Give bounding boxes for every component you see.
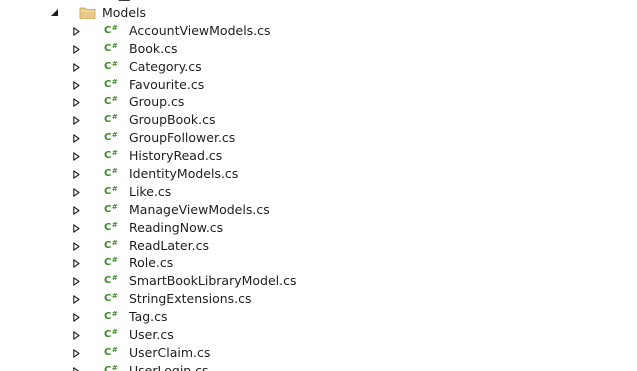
- file-label: Tag.cs: [129, 309, 168, 325]
- csharp-file-icon: C#: [104, 238, 118, 251]
- csharp-file-icon: C#: [104, 328, 118, 341]
- file-label: AccountViewModels.cs: [129, 22, 271, 38]
- tree-node-file-manageviewmodels-cs[interactable]: C# ManageViewModels.cs: [0, 201, 637, 219]
- csharp-file-icon: C#: [104, 113, 118, 126]
- file-label: HistoryRead.cs: [129, 148, 223, 164]
- csharp-file-icon: C#: [104, 202, 118, 215]
- expand-triangle-icon[interactable]: [73, 272, 81, 290]
- expand-triangle-icon[interactable]: [73, 237, 81, 255]
- expand-triangle-icon[interactable]: [73, 40, 81, 58]
- file-label: Favourite.cs: [129, 76, 205, 92]
- tree-node-file-smartbooklibrarymodel-cs[interactable]: C# SmartBookLibraryModel.cs: [0, 272, 637, 290]
- file-label: ReadLater.cs: [129, 237, 209, 253]
- expand-triangle-icon[interactable]: [73, 58, 81, 76]
- file-label: UserLogin.cs: [129, 362, 209, 371]
- csharp-file-icon: C#: [104, 77, 118, 90]
- expand-triangle-icon[interactable]: [73, 308, 81, 326]
- expand-triangle-icon[interactable]: [73, 362, 81, 371]
- tree-node-file-user-cs[interactable]: C# User.cs: [0, 326, 637, 344]
- file-label: Group.cs: [129, 94, 185, 110]
- file-label: IdentityModels.cs: [129, 166, 239, 182]
- file-label: Like.cs: [129, 183, 172, 199]
- file-list: C# AccountViewModels.cs C# Book.cs C# Ca…: [0, 22, 637, 371]
- csharp-file-icon: C#: [104, 95, 118, 108]
- expand-triangle-icon[interactable]: [73, 344, 81, 362]
- tree-node-file-identitymodels-cs[interactable]: C# IdentityModels.cs: [0, 165, 637, 183]
- tree-node-file-readlater-cs[interactable]: C# ReadLater.cs: [0, 237, 637, 255]
- expand-triangle-icon[interactable]: [73, 254, 81, 272]
- csharp-file-icon: C#: [104, 184, 118, 197]
- expand-triangle-icon[interactable]: [73, 326, 81, 344]
- solution-explorer-tree: Models C# AccountViewModels.cs C# Book.c…: [0, 4, 637, 371]
- tree-node-file-group-cs[interactable]: C# Group.cs: [0, 93, 637, 111]
- csharp-file-icon: C#: [104, 345, 118, 358]
- tree-node-file-accountviewmodels-cs[interactable]: C# AccountViewModels.cs: [0, 22, 637, 40]
- expand-triangle-icon[interactable]: [73, 165, 81, 183]
- tree-node-file-groupfollower-cs[interactable]: C# GroupFollower.cs: [0, 129, 637, 147]
- file-label: Book.cs: [129, 40, 178, 56]
- expand-triangle-icon[interactable]: [73, 183, 81, 201]
- expand-triangle-icon[interactable]: [73, 93, 81, 111]
- file-label: StringExtensions.cs: [129, 291, 252, 307]
- csharp-file-icon: C#: [104, 310, 118, 323]
- file-label: Role.cs: [129, 255, 174, 271]
- expand-triangle-icon[interactable]: [73, 76, 81, 94]
- tree-node-file-historyread-cs[interactable]: C# HistoryRead.cs: [0, 147, 637, 165]
- csharp-file-icon: C#: [104, 23, 118, 36]
- tree-node-file-userclaim-cs[interactable]: C# UserClaim.cs: [0, 344, 637, 362]
- expand-triangle-icon[interactable]: [73, 129, 81, 147]
- file-label: SmartBookLibraryModel.cs: [129, 273, 297, 289]
- tree-node-file-userlogin-cs[interactable]: C# UserLogin.cs: [0, 362, 637, 371]
- file-label: UserClaim.cs: [129, 344, 211, 360]
- csharp-file-icon: C#: [104, 256, 118, 269]
- tree-node-file-like-cs[interactable]: C# Like.cs: [0, 183, 637, 201]
- tree-node-file-readingnow-cs[interactable]: C# ReadingNow.cs: [0, 219, 637, 237]
- expand-triangle-icon[interactable]: [73, 219, 81, 237]
- expand-triangle-icon[interactable]: [73, 147, 81, 165]
- csharp-file-icon: C#: [104, 59, 118, 72]
- tree-node-file-book-cs[interactable]: C# Book.cs: [0, 40, 637, 58]
- tree-node-file-category-cs[interactable]: C# Category.cs: [0, 58, 637, 76]
- expand-triangle-icon[interactable]: [73, 290, 81, 308]
- file-label: GroupBook.cs: [129, 112, 216, 128]
- tree-node-file-favourite-cs[interactable]: C# Favourite.cs: [0, 76, 637, 94]
- expand-triangle-icon[interactable]: [73, 201, 81, 219]
- csharp-file-icon: C#: [104, 292, 118, 305]
- file-label: ManageViewModels.cs: [129, 201, 270, 217]
- folder-icon: [79, 6, 97, 20]
- expand-triangle-icon[interactable]: [73, 111, 81, 129]
- csharp-file-icon: C#: [104, 363, 118, 371]
- csharp-file-icon: C#: [104, 131, 118, 144]
- file-label: ReadingNow.cs: [129, 219, 224, 235]
- expand-triangle-icon[interactable]: [73, 22, 81, 40]
- tree-node-file-tag-cs[interactable]: C# Tag.cs: [0, 308, 637, 326]
- tree-node-file-stringextensions-cs[interactable]: C# StringExtensions.cs: [0, 290, 637, 308]
- file-label: GroupFollower.cs: [129, 130, 236, 146]
- tree-node-models-folder[interactable]: Models: [0, 4, 637, 22]
- file-label: User.cs: [129, 327, 174, 343]
- folder-label: Models: [102, 5, 147, 20]
- csharp-file-icon: C#: [104, 149, 118, 162]
- csharp-file-icon: C#: [104, 274, 118, 287]
- tree-node-file-role-cs[interactable]: C# Role.cs: [0, 254, 637, 272]
- file-label: Category.cs: [129, 58, 202, 74]
- csharp-file-icon: C#: [104, 167, 118, 180]
- tree-node-file-groupbook-cs[interactable]: C# GroupBook.cs: [0, 111, 637, 129]
- collapse-triangle-icon[interactable]: [50, 4, 60, 22]
- csharp-file-icon: C#: [104, 41, 118, 54]
- csharp-file-icon: C#: [104, 220, 118, 233]
